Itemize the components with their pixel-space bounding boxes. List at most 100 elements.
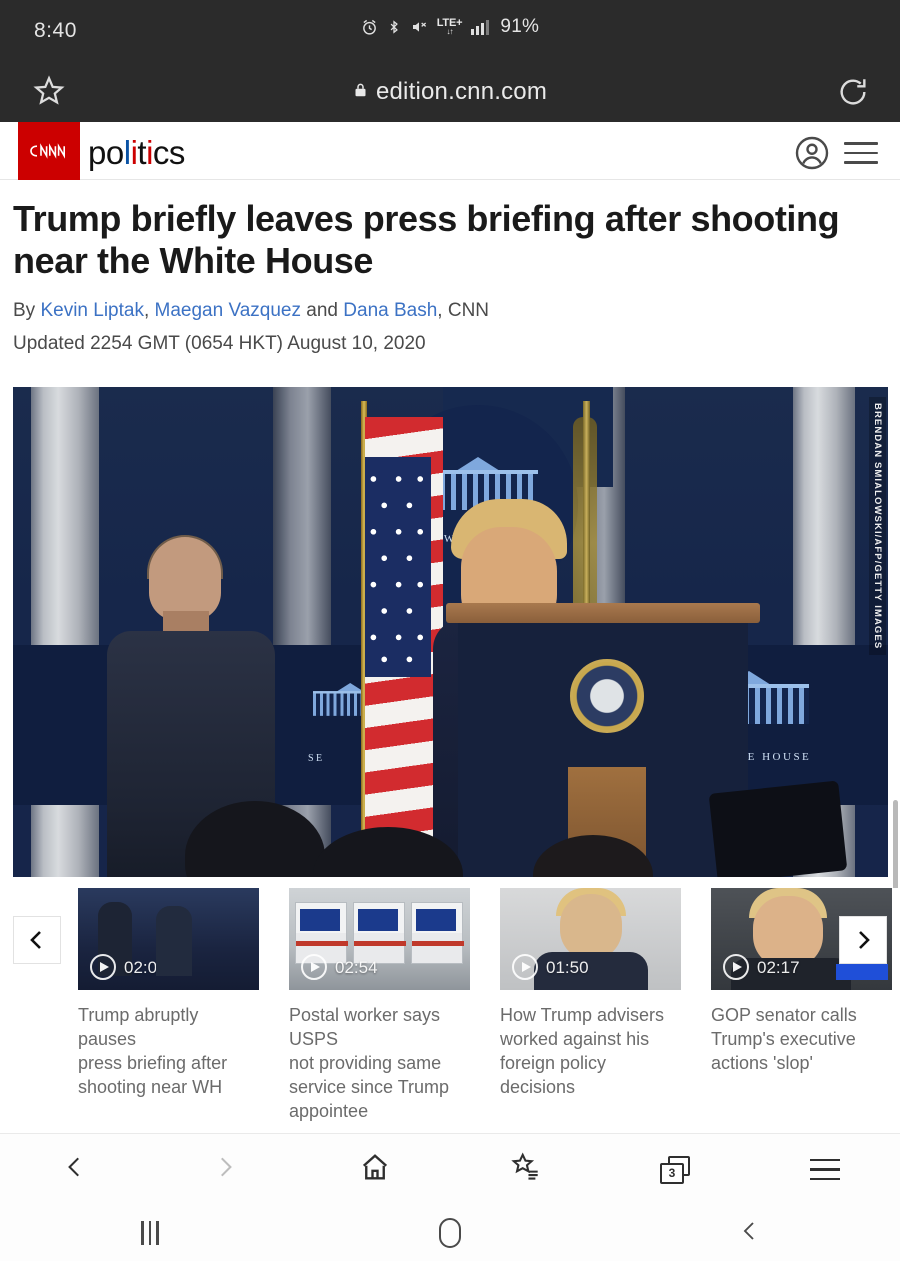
- android-home-button[interactable]: [300, 1218, 600, 1248]
- hamburger-menu-icon[interactable]: [844, 142, 878, 164]
- photo-credit: BRENDAN SMIALOWSKI/AFP/GETTY IMAGES: [869, 397, 886, 656]
- recents-bar-3: [156, 1221, 159, 1245]
- usps-truck-2: [353, 902, 406, 964]
- bb-menu-line-3: [810, 1177, 840, 1181]
- browser-home-button[interactable]: [300, 1134, 450, 1205]
- play-icon: [723, 954, 749, 980]
- user-account-icon[interactable]: [794, 135, 830, 176]
- brand-seg-1: po: [88, 134, 124, 171]
- page-title: Trump briefly leaves press briefing afte…: [13, 198, 840, 282]
- carousel-item[interactable]: 02:05 Trump abruptly pauses press briefi…: [78, 888, 259, 1128]
- press-camera: [708, 780, 848, 877]
- browser-menu-icon: [810, 1158, 840, 1181]
- video-duration: 02:05: [124, 958, 167, 977]
- bb-menu-line-1: [810, 1158, 840, 1162]
- usps-truck-3: [411, 902, 464, 964]
- android-nav-bar: [0, 1205, 900, 1261]
- carousel-track[interactable]: 02:05 Trump abruptly pauses press briefi…: [78, 888, 892, 1128]
- byline-prefix: By: [13, 300, 41, 321]
- brand-seg-t: t: [137, 134, 147, 171]
- podium-top: [446, 603, 760, 623]
- tab-count-badge: 3: [660, 1162, 684, 1184]
- carousel-item[interactable]: 02:54 Postal worker says USPS not provid…: [289, 888, 470, 1128]
- browser-url-bar[interactable]: edition.cnn.com: [0, 62, 900, 122]
- back-chevron-icon: [62, 1152, 88, 1187]
- video-title[interactable]: GOP senator calls Trump's executive acti…: [711, 1004, 892, 1076]
- seal-roof: [456, 457, 500, 471]
- android-status-bar: 8:40 LTE+ ↓↑ 91%: [0, 0, 900, 62]
- menu-line-2: [844, 151, 878, 154]
- browser-tabs-button[interactable]: 3: [600, 1134, 750, 1205]
- video-duration: 02:17: [757, 958, 800, 977]
- video-thumbnail[interactable]: 02:54: [289, 888, 470, 990]
- browser-bookmarks-button[interactable]: [450, 1134, 600, 1205]
- brand-seg-2: cs: [152, 134, 186, 171]
- video-title[interactable]: How Trump advisers worked against his fo…: [500, 1004, 681, 1100]
- thumb4-banner: [836, 964, 888, 980]
- mute-icon: [410, 19, 428, 35]
- url-text: edition.cnn.com: [375, 78, 548, 105]
- alarm-icon: [361, 19, 378, 36]
- thumb3-face: [560, 894, 622, 960]
- recents-icon: [141, 1221, 159, 1245]
- forward-chevron-icon: [212, 1152, 238, 1187]
- bookmarks-star-icon: [510, 1152, 540, 1187]
- bluetooth-icon: [387, 18, 401, 36]
- updated-timestamp: Updated 2254 GMT (0654 HKT) August 10, 2…: [13, 333, 426, 354]
- menu-line-1: [844, 142, 878, 145]
- panel-left-text: SE: [308, 753, 325, 764]
- video-thumbnail[interactable]: 02:05: [78, 888, 259, 990]
- author-link-2[interactable]: Maegan Vazquez: [155, 300, 301, 321]
- author-link-3[interactable]: Dana Bash: [343, 300, 437, 321]
- status-icon-tray: LTE+ ↓↑ 91%: [0, 16, 900, 38]
- byline: By Kevin Liptak, Maegan Vazquez and Dana…: [13, 300, 873, 322]
- american-flag: [365, 417, 443, 837]
- brand-seg-i2: i: [146, 134, 153, 171]
- brand-seg-l: l: [123, 134, 131, 171]
- phone-screen: 8:40 LTE+ ↓↑ 91% edition.cnn.com politic…: [0, 0, 900, 1261]
- battery-percent: 91%: [500, 16, 540, 37]
- menu-line-3: [844, 161, 878, 164]
- browser-bottom-toolbar: 3: [0, 1133, 900, 1205]
- video-duration: 01:50: [546, 958, 589, 977]
- play-icon: [512, 954, 538, 980]
- recents-bar-2: [148, 1221, 152, 1245]
- reload-icon[interactable]: [836, 75, 870, 114]
- android-back-button[interactable]: [600, 1216, 900, 1251]
- hero-image[interactable]: THE WHITE HOUSE SE THE WHITE HOUSE: [13, 387, 888, 877]
- lte-icon: LTE+ ↓↑: [436, 17, 463, 36]
- lock-icon: [353, 81, 368, 104]
- carousel-next-button[interactable]: [839, 916, 887, 964]
- tabs-icon: 3: [660, 1155, 690, 1184]
- android-home-icon: [439, 1218, 461, 1248]
- android-back-icon: [738, 1216, 762, 1251]
- recents-bar-1: [141, 1221, 144, 1245]
- usps-truck-1: [295, 902, 348, 964]
- video-duration: 02:54: [335, 958, 378, 977]
- play-icon: [90, 954, 116, 980]
- byline-comma: ,: [143, 300, 155, 321]
- video-title[interactable]: Postal worker says USPS not providing sa…: [289, 1004, 470, 1124]
- signal-icon: [471, 19, 490, 35]
- android-recents-button[interactable]: [0, 1221, 300, 1245]
- bb-menu-line-2: [810, 1168, 840, 1171]
- carousel-prev-button[interactable]: [13, 916, 61, 964]
- flag-canton: [365, 457, 431, 677]
- presidential-seal: [570, 659, 644, 733]
- hero-scene-art: THE WHITE HOUSE SE THE WHITE HOUSE: [13, 387, 888, 877]
- byline-and: and: [301, 300, 344, 321]
- agent-head: [149, 537, 221, 621]
- cnn-logo[interactable]: [18, 122, 80, 180]
- browser-back-button[interactable]: [0, 1134, 150, 1205]
- home-icon: [360, 1152, 390, 1187]
- cnn-site-header: politics: [0, 122, 900, 180]
- url-display[interactable]: edition.cnn.com: [0, 78, 900, 106]
- section-brand-politics[interactable]: politics: [88, 134, 185, 172]
- video-thumbnail[interactable]: 01:50: [500, 888, 681, 990]
- related-videos-carousel: 02:05 Trump abruptly pauses press briefi…: [0, 888, 900, 1128]
- video-title[interactable]: Trump abruptly pauses press briefing aft…: [78, 1004, 259, 1100]
- author-link-1[interactable]: Kevin Liptak: [40, 300, 144, 321]
- browser-forward-button[interactable]: [150, 1134, 300, 1205]
- carousel-item[interactable]: 01:50 How Trump advisers worked against …: [500, 888, 681, 1128]
- browser-menu-button[interactable]: [750, 1134, 900, 1205]
